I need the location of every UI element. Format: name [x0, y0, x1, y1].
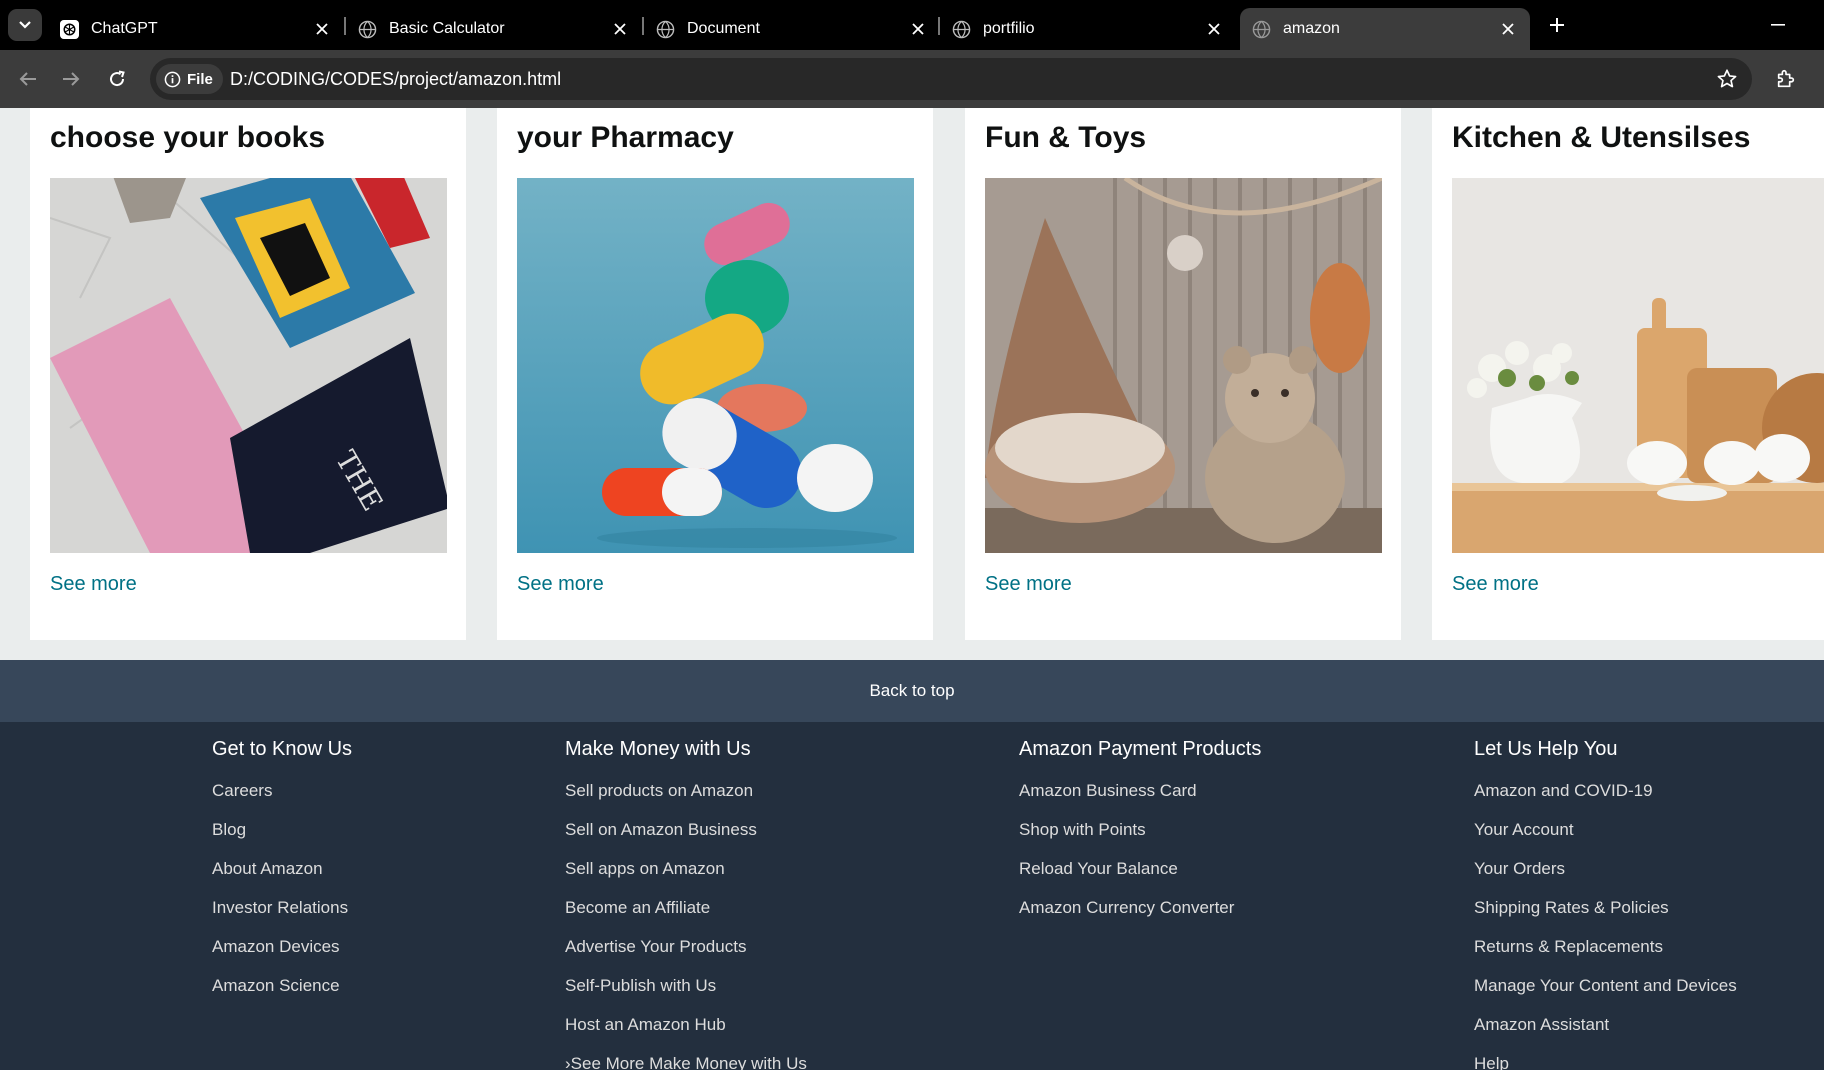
- tab-search-button[interactable]: [8, 9, 42, 41]
- footer-link[interactable]: Become an Affiliate: [565, 888, 807, 927]
- plus-icon: [1550, 18, 1564, 32]
- globe-icon: [952, 20, 971, 39]
- reload-icon: [110, 70, 125, 87]
- footer-link[interactable]: Help: [1474, 1044, 1737, 1070]
- see-more-link[interactable]: See more: [1452, 573, 1539, 596]
- tab-amazon[interactable]: amazon: [1240, 8, 1530, 50]
- footer-column-help: Let Us Help You Amazon and COVID-19 Your…: [1474, 736, 1737, 1070]
- footer-heading: Make Money with Us: [565, 738, 751, 760]
- footer-link[interactable]: Your Orders: [1474, 849, 1737, 888]
- kitchen-photo[interactable]: [1452, 178, 1824, 553]
- browser-tab-strip: ChatGPT Basic Calculator Document portfi…: [0, 0, 1824, 50]
- footer-link[interactable]: Manage Your Content and Devices: [1474, 966, 1737, 1005]
- footer-link[interactable]: Self-Publish with Us: [565, 966, 807, 1005]
- close-icon[interactable]: [908, 19, 928, 39]
- globe-icon: [656, 20, 675, 39]
- footer: Get to Know Us Careers Blog About Amazon…: [0, 722, 1824, 1070]
- footer-link[interactable]: Amazon Business Card: [1019, 771, 1261, 810]
- footer-link[interactable]: ›See More Make Money with Us: [565, 1044, 807, 1070]
- tab-title: portfilio: [983, 20, 1035, 37]
- footer-link[interactable]: Host an Amazon Hub: [565, 1005, 807, 1044]
- see-more-link[interactable]: See more: [517, 573, 604, 596]
- footer-link[interactable]: Returns & Replacements: [1474, 927, 1737, 966]
- chevron-down-icon: [19, 21, 31, 29]
- books-photo[interactable]: THE: [50, 178, 447, 553]
- card-title: choose your books: [50, 121, 326, 154]
- bookmark-star-icon[interactable]: [1716, 68, 1738, 90]
- footer-link[interactable]: Investor Relations: [212, 888, 352, 927]
- footer-link[interactable]: Sell apps on Amazon: [565, 849, 807, 888]
- footer-heading: Amazon Payment Products: [1019, 738, 1262, 760]
- footer-link[interactable]: Sell on Amazon Business: [565, 810, 807, 849]
- toys-photo[interactable]: [985, 178, 1382, 553]
- footer-link[interactable]: Careers: [212, 771, 352, 810]
- reload-button[interactable]: [102, 64, 132, 94]
- footer-link[interactable]: Shop with Points: [1019, 810, 1261, 849]
- footer-link[interactable]: Shipping Rates & Policies: [1474, 888, 1737, 927]
- forward-button[interactable]: [56, 64, 86, 94]
- security-chip-label: File: [187, 70, 213, 88]
- back-button[interactable]: [13, 64, 43, 94]
- footer-link[interactable]: Sell products on Amazon: [565, 771, 807, 810]
- tab-title: Basic Calculator: [389, 20, 505, 37]
- footer-column-get-to-know-us: Get to Know Us Careers Blog About Amazon…: [212, 736, 352, 1005]
- globe-icon: [358, 20, 377, 39]
- category-card-pharmacy: your Pharmacy See more: [497, 108, 933, 640]
- footer-heading: Get to Know Us: [212, 738, 353, 760]
- url-text[interactable]: D:/CODING/CODES/project/amazon.html: [230, 58, 561, 100]
- card-title: your Pharmacy: [517, 121, 734, 154]
- puzzle-icon: [1777, 69, 1795, 88]
- info-icon: [164, 71, 181, 88]
- address-bar[interactable]: File D:/CODING/CODES/project/amazon.html: [150, 58, 1752, 100]
- see-more-link[interactable]: See more: [50, 573, 137, 596]
- minimize-icon: [1771, 24, 1785, 26]
- chatgpt-icon: [60, 19, 79, 39]
- footer-link[interactable]: Amazon Currency Converter: [1019, 888, 1261, 927]
- footer-link[interactable]: Your Account: [1474, 810, 1737, 849]
- site-info-chip[interactable]: File: [156, 64, 223, 94]
- footer-link[interactable]: Advertise Your Products: [565, 927, 807, 966]
- category-card-toys: Fun & Toys See more: [965, 108, 1401, 640]
- back-to-top-button[interactable]: Back to top: [0, 660, 1824, 722]
- minimize-window-button[interactable]: [1764, 11, 1792, 39]
- tab-document[interactable]: Document: [644, 8, 940, 50]
- tab-chatgpt[interactable]: ChatGPT: [48, 8, 344, 50]
- close-icon[interactable]: [610, 19, 630, 39]
- pills-photo[interactable]: [517, 178, 914, 553]
- footer-heading: Let Us Help You: [1474, 738, 1618, 760]
- new-tab-button[interactable]: [1543, 11, 1571, 39]
- footer-link[interactable]: Amazon and COVID-19: [1474, 771, 1737, 810]
- arrow-right-icon: [63, 72, 80, 86]
- globe-icon: [1252, 20, 1271, 39]
- footer-link[interactable]: Amazon Assistant: [1474, 1005, 1737, 1044]
- footer-link[interactable]: Amazon Devices: [212, 927, 352, 966]
- tab-title: ChatGPT: [91, 20, 158, 37]
- footer-link[interactable]: Reload Your Balance: [1019, 849, 1261, 888]
- close-icon[interactable]: [312, 19, 332, 39]
- see-more-link[interactable]: See more: [985, 573, 1072, 596]
- extensions-button[interactable]: [1772, 65, 1800, 93]
- tab-title: amazon: [1283, 20, 1340, 37]
- footer-column-payment-products: Amazon Payment Products Amazon Business …: [1019, 736, 1261, 927]
- close-icon[interactable]: [1498, 19, 1518, 39]
- card-title: Kitchen & Utensilses: [1452, 121, 1751, 154]
- tab-title: Document: [687, 20, 760, 37]
- category-card-kitchen: Kitchen & Utensilses See more: [1432, 108, 1824, 640]
- tab-portfilio[interactable]: portfilio: [940, 8, 1236, 50]
- close-icon[interactable]: [1204, 19, 1224, 39]
- tab-basic-calculator[interactable]: Basic Calculator: [346, 8, 642, 50]
- browser-toolbar: File D:/CODING/CODES/project/amazon.html: [0, 50, 1824, 108]
- footer-column-make-money: Make Money with Us Sell products on Amaz…: [565, 736, 807, 1070]
- card-title: Fun & Toys: [985, 121, 1147, 154]
- footer-link[interactable]: Amazon Science: [212, 966, 352, 1005]
- footer-link[interactable]: About Amazon: [212, 849, 352, 888]
- footer-link[interactable]: Blog: [212, 810, 352, 849]
- category-card-books: choose your books THE See more: [30, 108, 466, 640]
- page-content: choose your books THE See more your Phar…: [0, 108, 1824, 1070]
- arrow-left-icon: [19, 72, 36, 86]
